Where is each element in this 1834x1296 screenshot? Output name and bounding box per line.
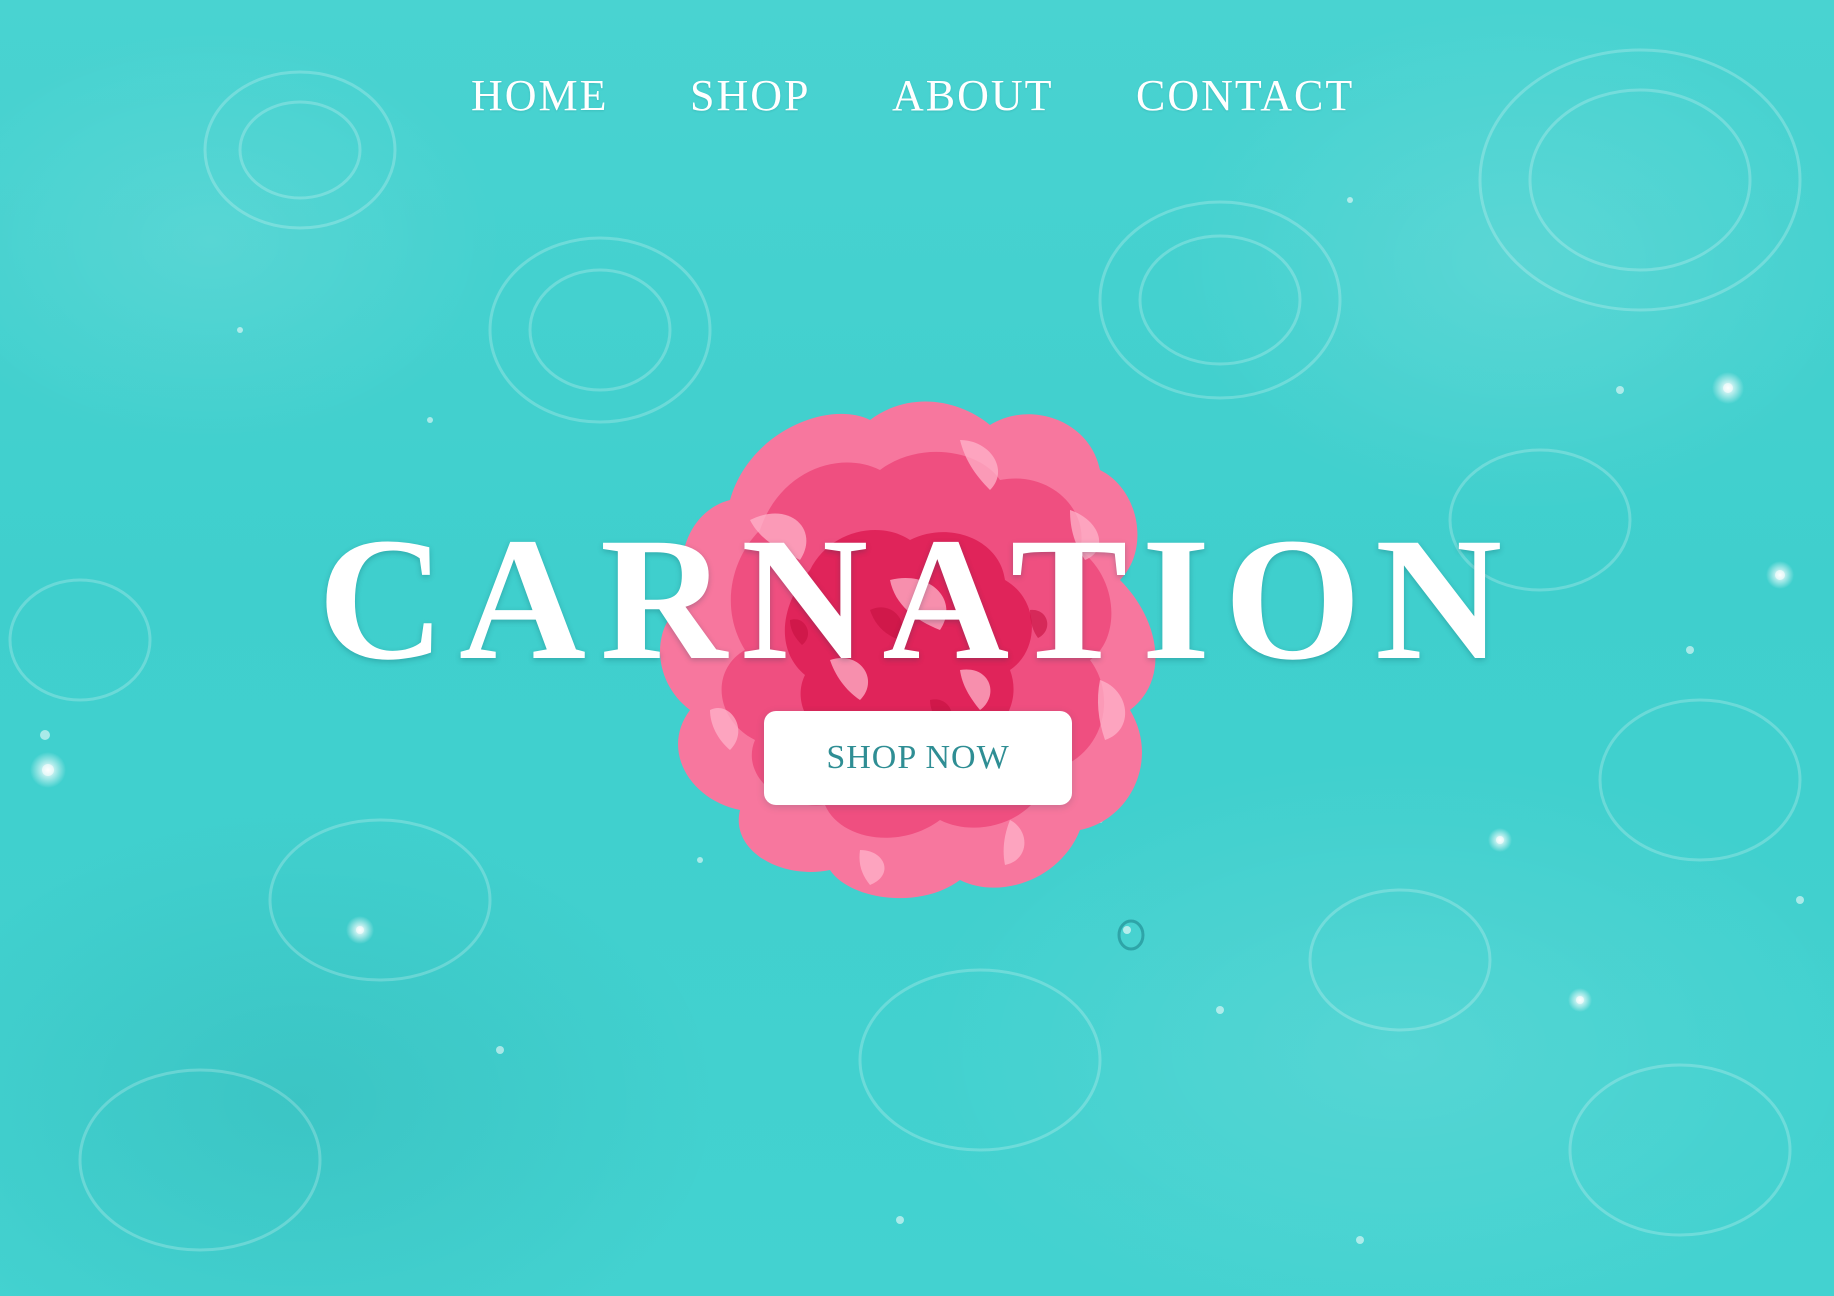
nav-item-home[interactable]: HOME	[471, 66, 609, 126]
main-nav: HOME SHOP ABOUT CONTACT	[0, 66, 1834, 126]
hero-section: HOME SHOP ABOUT CONTACT CARNATION SHOP N…	[0, 0, 1834, 1296]
nav-item-shop[interactable]: SHOP	[690, 66, 811, 126]
hero-title: CARNATION	[317, 502, 1517, 697]
shop-now-button[interactable]: SHOP NOW	[764, 711, 1072, 805]
nav-item-contact[interactable]: CONTACT	[1136, 66, 1354, 126]
water-droplet	[1117, 919, 1145, 951]
nav-item-about[interactable]: ABOUT	[892, 66, 1054, 126]
